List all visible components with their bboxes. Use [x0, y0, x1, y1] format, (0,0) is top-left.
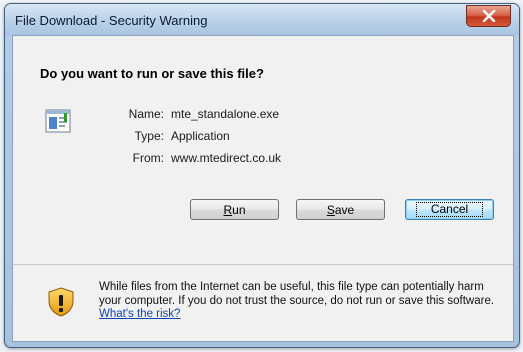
field-label: Name: [128, 107, 164, 121]
dialog-content: Do you want to run or save this file? Na… [12, 35, 514, 342]
warning-text: While files from the Internet can be use… [99, 281, 495, 307]
close-button[interactable] [466, 5, 511, 27]
cancel-label: Cancel [415, 202, 484, 217]
security-warning-dialog: File Download - Security Warning Do you … [4, 3, 520, 348]
warning-message: While files from the Internet can be use… [99, 281, 509, 322]
save-label-rest: ave [334, 202, 355, 217]
file-type-value: Application [171, 129, 230, 143]
warning-shield-icon [48, 287, 74, 317]
file-source-value: www.mtedirect.co.uk [171, 151, 282, 165]
dialog-question: Do you want to run or save this file? [40, 66, 264, 81]
run-accesskey: R [223, 202, 233, 217]
field-label: From: [132, 151, 164, 165]
risk-link[interactable]: What's the risk? [99, 308, 180, 320]
window-title: File Download - Security Warning [15, 13, 208, 28]
save-button[interactable]: Save [296, 199, 385, 220]
save-accesskey: S [326, 202, 335, 217]
file-name-value: mte_standalone.exe [171, 107, 280, 121]
run-button[interactable]: Run [190, 199, 279, 220]
close-icon [482, 10, 495, 22]
application-file-icon [45, 109, 71, 133]
run-label-rest: un [232, 202, 246, 217]
field-label: Type: [134, 129, 164, 143]
title-bar[interactable]: File Download - Security Warning [5, 4, 519, 35]
warning-footer: While files from the Internet can be use… [13, 265, 513, 341]
cancel-button[interactable]: Cancel [405, 199, 494, 220]
